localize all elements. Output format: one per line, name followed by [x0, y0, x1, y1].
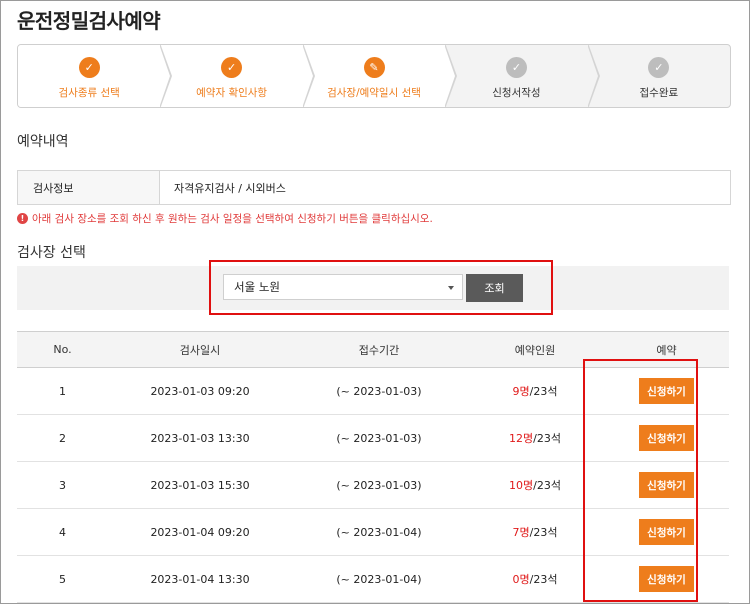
center-section-title: 검사장 선택: [17, 245, 86, 261]
capacity: /23석: [533, 432, 561, 445]
highlight-box-apply: [583, 359, 698, 602]
step-5: ✓ 접수완료: [588, 45, 730, 107]
reservation-info-row: 검사정보 자격유지검사 / 시외버스: [17, 170, 731, 205]
step-1: ✓ 검사종류 선택: [18, 45, 173, 107]
page-title: 운전정밀검사예약: [17, 9, 161, 33]
booked-count: 12명: [509, 432, 534, 445]
row-datetime: 2023-01-03 15:30: [108, 461, 292, 509]
step-2: ✓ 예약자 확인사항: [160, 45, 315, 107]
row-no: 5: [17, 555, 108, 603]
step-label: 접수완료: [639, 87, 679, 99]
row-period: (~ 2023-01-03): [292, 414, 466, 462]
row-datetime: 2023-01-04 13:30: [108, 555, 292, 603]
booked-count: 9명: [512, 385, 530, 398]
booked-count: 7명: [512, 526, 530, 539]
step-4: ✓ 신청서작성: [445, 45, 600, 107]
row-no: 4: [17, 508, 108, 556]
capacity: /23석: [529, 573, 558, 586]
row-no: 1: [17, 367, 108, 415]
step-3: ✎ 검사장/예약일시 선택: [302, 45, 458, 107]
capacity: /23석: [529, 385, 558, 398]
booked-count: 0명: [512, 573, 530, 586]
step-label: 예약자 확인사항: [196, 87, 268, 99]
booked-count: 10명: [509, 479, 534, 492]
check-icon: ✓: [78, 57, 100, 78]
col-datetime: 검사일시: [108, 331, 292, 368]
capacity: /23석: [533, 479, 561, 492]
row-period: (~ 2023-01-04): [292, 555, 466, 603]
check-icon: ✓: [221, 57, 243, 78]
col-no: No.: [17, 331, 108, 368]
row-datetime: 2023-01-04 09:20: [108, 508, 292, 556]
step-label: 검사장/예약일시 선택: [327, 87, 421, 99]
info-label: 검사정보: [18, 171, 160, 204]
col-period: 접수기간: [292, 331, 466, 368]
row-no: 3: [17, 461, 108, 509]
reservation-section-title: 예약내역: [17, 134, 69, 150]
step-label: 검사종류 선택: [58, 87, 120, 99]
row-datetime: 2023-01-03 13:30: [108, 414, 292, 462]
highlight-box-search: [209, 260, 553, 315]
row-period: (~ 2023-01-04): [292, 508, 466, 556]
row-period: (~ 2023-01-03): [292, 367, 466, 415]
alert-icon: !: [17, 213, 28, 224]
notice-text: ! 아래 검사 장소를 조회 하신 후 원하는 검사 일정을 선택하여 신청하기…: [17, 211, 433, 226]
pencil-icon: ✎: [363, 57, 385, 78]
row-datetime: 2023-01-03 09:20: [108, 367, 292, 415]
step-label: 신청서작성: [492, 87, 541, 99]
check-icon: ✓: [505, 57, 527, 78]
notice-message: 아래 검사 장소를 조회 하신 후 원하는 검사 일정을 선택하여 신청하기 버…: [32, 213, 433, 225]
progress-steps: ✓ 검사종류 선택 ✓ 예약자 확인사항 ✎ 검사장/예약일시 선택 ✓ 신청서…: [17, 44, 731, 108]
info-value: 자격유지검사 / 시외버스: [174, 181, 286, 195]
check-icon: ✓: [648, 57, 670, 78]
row-period: (~ 2023-01-03): [292, 461, 466, 509]
row-no: 2: [17, 414, 108, 462]
capacity: /23석: [529, 526, 558, 539]
